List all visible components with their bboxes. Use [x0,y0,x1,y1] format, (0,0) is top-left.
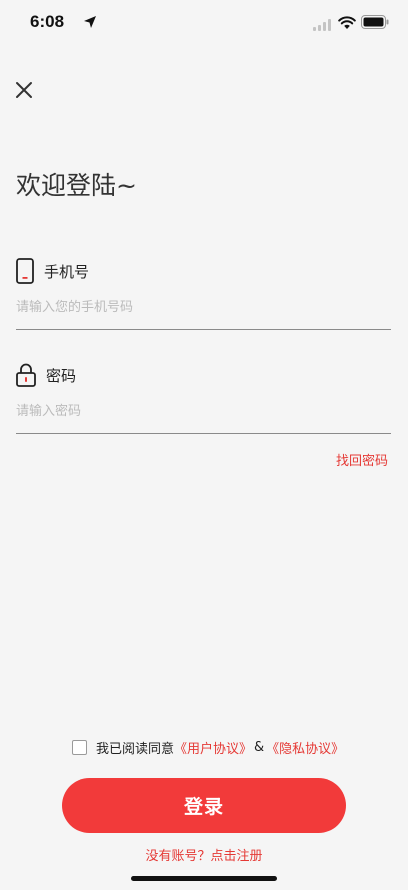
agreement-checkbox[interactable] [72,740,87,755]
wifi-icon [338,16,356,29]
register-link[interactable]: 没有账号？点击注册 [0,845,408,864]
agreement-amp: & [254,740,265,755]
phone-field-label: 手机号 [44,262,90,281]
privacy-policy-link[interactable]: 《隐私协议》 [266,738,344,757]
battery-icon [361,15,389,29]
forgot-password-link[interactable]: 找回密码 [336,450,388,469]
status-bar: 6:08 [0,0,408,46]
signal-icon [313,19,331,31]
lock-icon [16,363,36,387]
password-input[interactable] [16,395,391,427]
login-button[interactable]: 登录 [62,778,346,833]
agreement-row: 我已阅读同意 《用户协议》 & 《隐私协议》 [72,738,344,757]
user-agreement-link[interactable]: 《用户协议》 [174,738,252,757]
phone-icon [16,258,34,284]
phone-input[interactable] [16,291,391,323]
password-field-label-row: 密码 [16,362,76,388]
location-arrow-icon [84,16,96,28]
password-divider [16,433,391,434]
agreement-prefix: 我已阅读同意 [96,742,175,757]
page-title: 欢迎登陆~ [16,171,137,200]
home-indicator [131,876,277,881]
status-time: 6:08 [30,12,65,31]
phone-field-label-row: 手机号 [16,258,89,284]
close-icon[interactable] [14,80,34,100]
password-field-label: 密码 [46,366,77,385]
phone-divider [16,329,391,330]
